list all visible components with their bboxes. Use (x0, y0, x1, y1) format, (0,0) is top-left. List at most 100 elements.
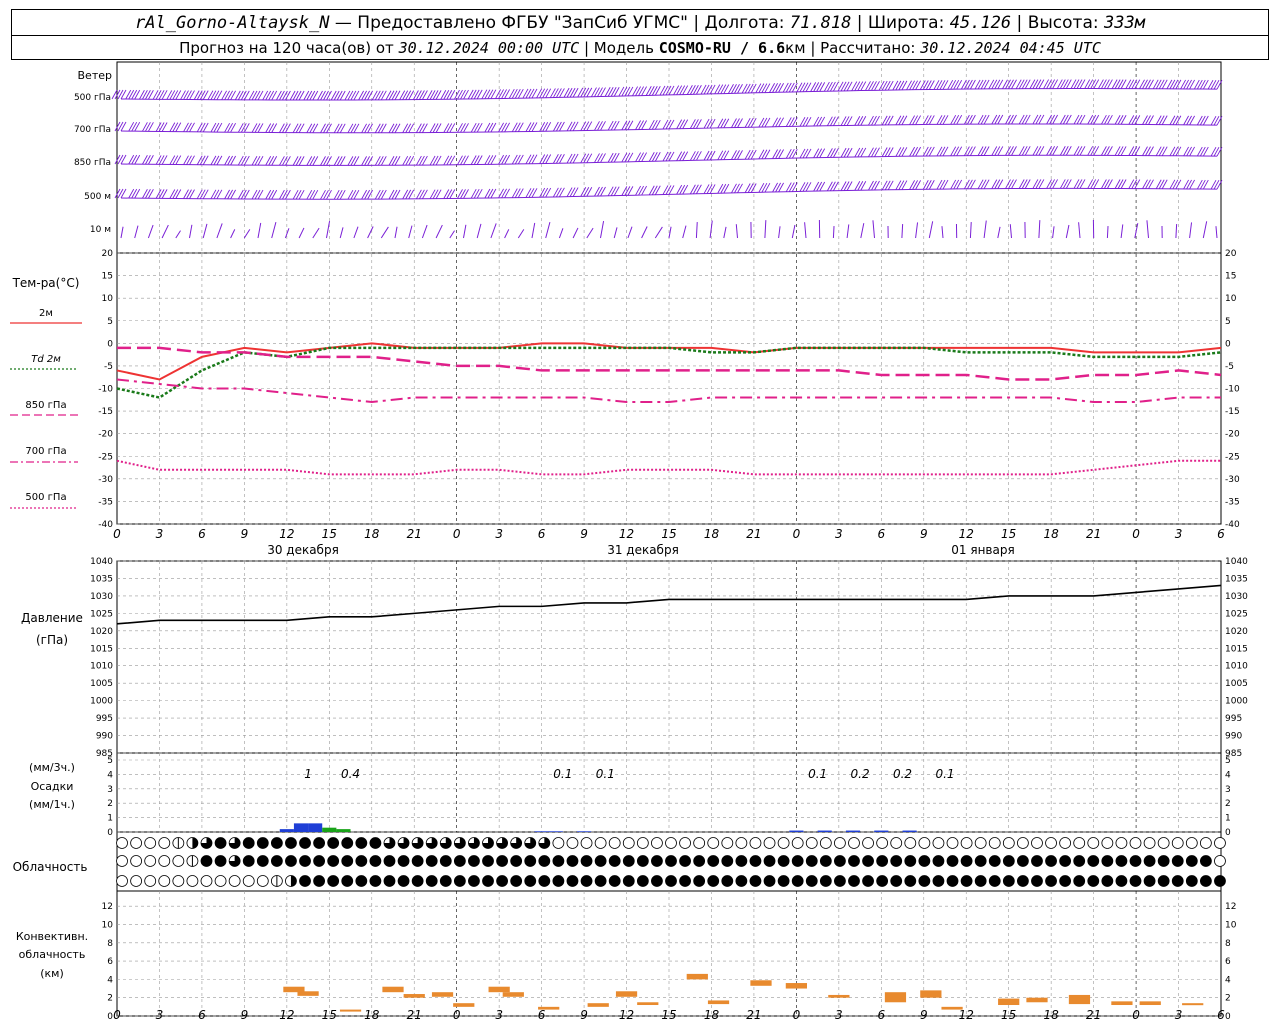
cloud-symbol (1214, 855, 1226, 867)
precip-ytick-right: 5 (1225, 756, 1231, 766)
cloud-symbol-full (848, 855, 860, 867)
temp-ytick-right: 20 (1225, 249, 1237, 259)
wind-level-2: 850 гПа (74, 158, 111, 168)
time-tick-label-bottom: 0 (1132, 1008, 1140, 1022)
cloud-symbol-full (820, 855, 832, 867)
temp-ytick-right: -10 (1225, 385, 1240, 395)
cloud-symbol-full (369, 855, 381, 867)
press-ytick-left: 1020 (90, 627, 113, 637)
cloud-symbol-full (778, 855, 790, 867)
cloud-symbol (904, 837, 917, 849)
wind-barb-10m (257, 222, 262, 239)
time-tick-label: 21 (1086, 527, 1101, 541)
cloud-symbol-full (1200, 875, 1212, 887)
cloud-symbol-full (848, 875, 860, 887)
conv-ytick-left: 4 (107, 975, 113, 985)
cloud-symbol-full (961, 855, 973, 867)
cloud-symbol-full (1158, 855, 1170, 867)
cloud-symbol-full (1045, 875, 1057, 887)
time-tick-label: 3 (495, 527, 503, 541)
wind-barb-10m (1120, 224, 1124, 239)
conv-ytick-left: 6 (107, 957, 113, 967)
convective-bar (998, 998, 1020, 1006)
time-tick-label: 9 (920, 527, 928, 541)
cloud-symbol-full (313, 875, 325, 887)
precip-3h-label: 0.2 (893, 767, 912, 781)
wind-barb-10m (531, 222, 536, 239)
cloud-title: Облачность (13, 860, 88, 874)
cloud-symbol (693, 837, 706, 849)
cloud-symbol-full (243, 837, 255, 849)
cloud-symbol-full (482, 875, 494, 887)
wind-barb-10m (476, 223, 482, 239)
cloud-symbol-full (721, 875, 733, 887)
cloud-symbol-full (496, 855, 508, 867)
wind-barb-10m (271, 221, 277, 239)
cloud-symbol-full (215, 837, 227, 849)
precip-3h-label: 0.1 (808, 767, 827, 781)
cloud-symbol-full (1073, 875, 1085, 887)
time-tick-label-bottom: 18 (1044, 1008, 1060, 1022)
cloud-symbol-full (749, 855, 761, 867)
cloud-symbol-full (707, 875, 719, 887)
time-tick-label: 18 (1044, 527, 1060, 541)
temp-ytick-left: -20 (98, 430, 113, 440)
wind-level-4: 10 м (90, 225, 111, 235)
time-tick-label-bottom: 6 (198, 1008, 206, 1022)
cloud-symbol (172, 855, 185, 867)
time-tick-label-bottom: 6 (538, 1008, 546, 1022)
cloud-symbol-full (271, 837, 283, 849)
wind-barb-10m (230, 229, 236, 239)
cloud-symbol-full (651, 855, 663, 867)
cloud-symbol (130, 875, 143, 887)
cloud-symbol (721, 837, 734, 849)
press-ytick-left: 995 (96, 714, 113, 724)
wind-level-3: 500 м (84, 192, 111, 202)
time-tick-label-bottom: 0 (793, 1008, 801, 1022)
cloud-symbol (1214, 837, 1226, 849)
cloud-symbol-full (1172, 875, 1184, 887)
cloud-symbol (552, 837, 565, 849)
cloud-symbol (158, 875, 171, 887)
wind-barb-10m (1038, 220, 1041, 239)
wind-barb-10m (872, 220, 875, 239)
wind-barb-10m (463, 224, 467, 239)
wind-barb-10m (1215, 226, 1218, 239)
time-tick-label: 6 (1217, 527, 1225, 541)
cloud-symbol-full (341, 875, 353, 887)
press-ytick-right: 990 (1225, 732, 1242, 742)
cloud-symbol (763, 837, 776, 849)
temp-ytick-right: -5 (1225, 362, 1234, 372)
cloud-symbol-full (383, 875, 395, 887)
time-tick-label-bottom: 18 (364, 1008, 380, 1022)
time-tick-label-bottom: 9 (580, 1008, 588, 1022)
time-tick-label: 0 (793, 527, 801, 541)
cloud-symbol-full (1087, 855, 1099, 867)
precip-bar (534, 831, 549, 832)
cloud-symbol-full (482, 855, 494, 867)
time-tick-label-bottom: 9 (920, 1008, 928, 1022)
cloud-symbol-full (679, 875, 691, 887)
cloud-symbol (214, 875, 227, 887)
cloud-symbol-full (932, 855, 944, 867)
cloud-symbol-full (947, 875, 959, 887)
wind-barb-10m (627, 226, 633, 239)
wind-title: Ветер (78, 69, 112, 82)
wind-barb-10m (394, 226, 398, 239)
time-tick-label-bottom: 12 (619, 1008, 634, 1022)
cloud-symbol-full (383, 855, 395, 867)
press-ytick-left: 1000 (90, 697, 113, 707)
cloud-symbol (918, 837, 931, 849)
cloud-symbol-full (581, 875, 593, 887)
cloud-symbol-full (918, 875, 930, 887)
wind-barb-10m (421, 224, 428, 239)
wind-barb-10m (804, 222, 807, 239)
cloud-symbol (1157, 837, 1170, 849)
cloud-symbol-full (285, 855, 297, 867)
temp-ytick-left: 0 (107, 339, 113, 349)
cloud-symbol-full (876, 875, 888, 887)
cloud-symbol (130, 855, 143, 867)
cloud-symbol-full (820, 875, 832, 887)
wind-barb-10m (1146, 220, 1149, 239)
cloud-symbol-full (735, 855, 747, 867)
